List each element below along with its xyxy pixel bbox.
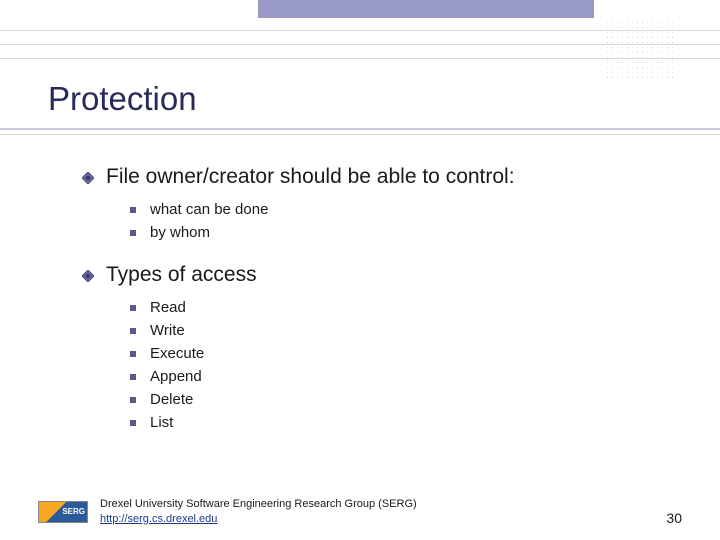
sub-bullet-text: Read <box>150 299 186 316</box>
sub-bullet-list: Read Write Execute Append Delete List <box>130 299 515 431</box>
footer-org-name: Drexel University Software Engineering R… <box>100 498 417 510</box>
decorative-dot-grid <box>605 20 675 80</box>
sub-bullet: List <box>130 414 515 431</box>
footer-attribution: Drexel University Software Engineering R… <box>100 497 417 526</box>
sub-bullet: Append <box>130 368 515 385</box>
sub-bullet: what can be done <box>130 201 515 218</box>
diamond-bullet-icon <box>82 172 94 184</box>
bullet-main-text: Types of access <box>106 263 257 287</box>
slide-footer: SERG Drexel University Software Engineer… <box>38 497 682 526</box>
sub-bullet-text: List <box>150 414 173 431</box>
square-bullet-icon <box>130 374 136 380</box>
square-bullet-icon <box>130 420 136 426</box>
sub-bullet-text: Append <box>150 368 202 385</box>
sub-bullet-list: what can be done by whom <box>130 201 515 241</box>
bullet-main: File owner/creator should be able to con… <box>82 165 515 189</box>
sub-bullet: Execute <box>130 345 515 362</box>
square-bullet-icon <box>130 207 136 213</box>
sub-bullet: Delete <box>130 391 515 408</box>
sub-bullet-text: what can be done <box>150 201 268 218</box>
rule-line <box>0 134 720 135</box>
slide-title: Protection <box>48 80 197 118</box>
serg-logo: SERG <box>38 501 88 523</box>
sub-bullet-text: Execute <box>150 345 204 362</box>
sub-bullet: by whom <box>130 224 515 241</box>
sub-bullet-text: by whom <box>150 224 210 241</box>
sub-bullet: Read <box>130 299 515 316</box>
bullet-main-text: File owner/creator should be able to con… <box>106 165 515 189</box>
square-bullet-icon <box>130 397 136 403</box>
page-number: 30 <box>666 510 682 526</box>
footer-link[interactable]: http:// <box>100 513 128 525</box>
slide-content: File owner/creator should be able to con… <box>82 165 515 453</box>
sub-bullet-text: Write <box>150 322 185 339</box>
sub-bullet-text: Delete <box>150 391 193 408</box>
sub-bullet: Write <box>130 322 515 339</box>
square-bullet-icon <box>130 230 136 236</box>
square-bullet-icon <box>130 305 136 311</box>
bullet-main: Types of access <box>82 263 515 287</box>
footer-link-host[interactable]: serg.cs.drexel.edu <box>128 513 218 525</box>
square-bullet-icon <box>130 328 136 334</box>
square-bullet-icon <box>130 351 136 357</box>
footer-left: SERG Drexel University Software Engineer… <box>38 497 417 526</box>
header-accent-bar <box>258 0 594 18</box>
diamond-bullet-icon <box>82 270 94 282</box>
title-underline <box>0 128 720 130</box>
